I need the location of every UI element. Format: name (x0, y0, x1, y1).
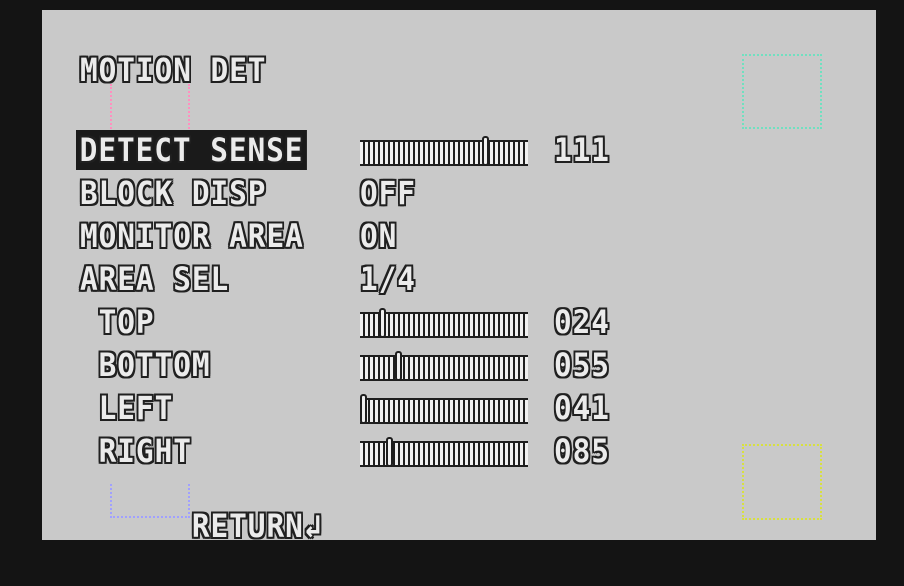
menu-item-block-disp[interactable]: BLOCK DISP (80, 173, 266, 213)
return-label: RETURN (191, 507, 304, 545)
menu-item-left[interactable]: LEFT (80, 388, 173, 428)
bottom-value: 055 (554, 346, 610, 384)
slider-thumb[interactable] (395, 351, 402, 381)
monitor-screen: MOTION DET DETECT SENSE 111 BLOCK DISP O… (0, 0, 904, 558)
left-value: 041 (554, 389, 610, 427)
menu-item-bottom[interactable]: BOTTOM (80, 345, 211, 385)
area-sel-value: 1/4 (360, 260, 416, 298)
menu-item-detect-sense[interactable]: DETECT SENSE (76, 130, 308, 170)
slider-thumb[interactable] (482, 136, 489, 166)
menu-item-right[interactable]: RIGHT (80, 431, 192, 471)
motion-area-2-box (742, 54, 822, 129)
top-slider[interactable] (360, 308, 528, 338)
menu-item-return[interactable]: RETURN↲ (80, 466, 322, 586)
enter-icon: ↲ (303, 507, 323, 545)
detect-sense-slider[interactable] (360, 136, 528, 166)
camera-video-area: MOTION DET DETECT SENSE 111 BLOCK DISP O… (42, 10, 876, 545)
monitor-area-value: ON (360, 217, 398, 255)
motion-area-4-box (742, 444, 822, 520)
top-value: 024 (554, 303, 610, 341)
slider-thumb[interactable] (386, 437, 393, 467)
motion-area-1-box (110, 84, 190, 132)
menu-item-area-sel[interactable]: AREA SEL (80, 259, 229, 299)
menu-title: MOTION DET (80, 51, 267, 89)
menu-item-top[interactable]: TOP (80, 302, 155, 342)
block-disp-value: OFF (360, 174, 416, 212)
detect-sense-value: 111 (554, 131, 610, 169)
menu-item-monitor-area[interactable]: MONITOR AREA (80, 216, 304, 256)
slider-thumb[interactable] (360, 394, 367, 424)
bottom-slider[interactable] (360, 351, 528, 381)
right-slider[interactable] (360, 437, 528, 467)
right-value: 085 (554, 432, 610, 470)
left-slider[interactable] (360, 394, 528, 424)
slider-thumb[interactable] (379, 308, 386, 338)
